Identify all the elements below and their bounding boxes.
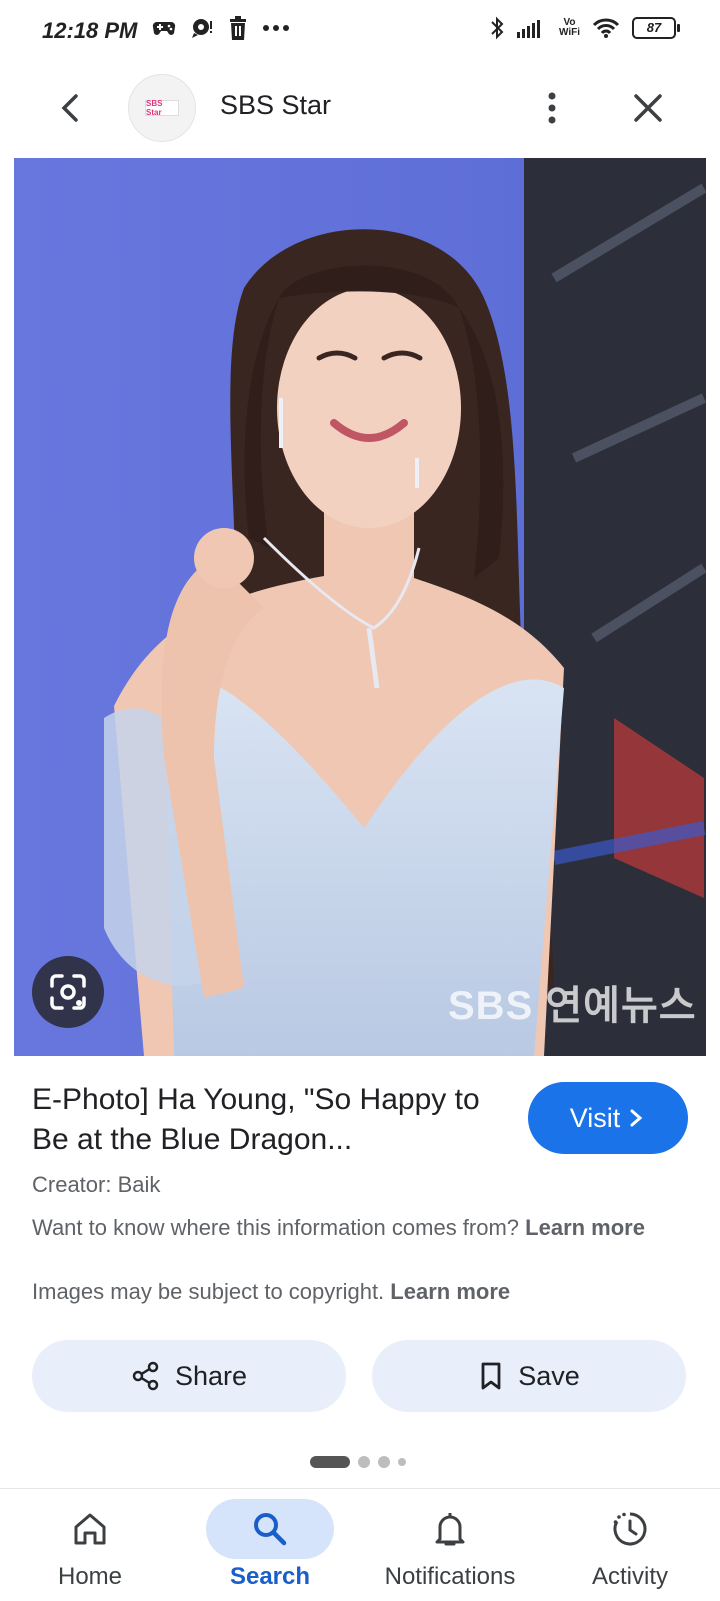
pager-dot[interactable] [310, 1456, 350, 1468]
activity-icon [613, 1512, 647, 1546]
save-button[interactable]: Save [372, 1340, 686, 1412]
vowifi-indicator: Vo WiFi [559, 18, 580, 38]
save-label: Save [518, 1360, 580, 1391]
gamepad-icon [152, 21, 176, 35]
nav-activity-label: Activity [591, 1563, 668, 1590]
nav-home-icon-wrap [26, 1499, 154, 1559]
wifi-icon [592, 18, 620, 38]
status-icons-right: Vo WiFi 87 [489, 16, 680, 40]
more-options-button[interactable] [530, 86, 574, 130]
bottom-navigation: Home Search Notifications Activity [0, 1488, 720, 1601]
creator-text: Creator: Baik [32, 1172, 161, 1197]
vowifi-bottom: WiFi [558, 27, 580, 38]
home-icon [74, 1513, 106, 1545]
close-icon [634, 94, 662, 122]
source-learn-more-link[interactable]: Learn more [525, 1215, 645, 1240]
google-lens-button[interactable] [32, 956, 104, 1028]
source-info-text: Want to know where this information come… [32, 1215, 526, 1240]
more-vert-icon [548, 92, 556, 124]
lens-icon [50, 974, 86, 1010]
site-logo-badge: SBS Star [145, 99, 179, 117]
nav-notifications-label: Notifications [384, 1563, 516, 1590]
share-button[interactable]: Share [32, 1340, 346, 1412]
close-button[interactable] [626, 86, 670, 130]
pager-dot[interactable] [398, 1458, 406, 1466]
status-bar: 12:18 PM Vo WiFi 87 [0, 0, 720, 68]
back-button[interactable] [50, 86, 94, 130]
battery-indicator: 87 [632, 17, 680, 39]
bookmark-icon [481, 1362, 501, 1390]
site-logo[interactable]: SBS Star [128, 74, 196, 142]
top-app-bar: SBS Star SBS Star [0, 68, 720, 158]
nav-home[interactable]: Home [0, 1489, 180, 1601]
nav-activity[interactable]: Activity [540, 1489, 720, 1601]
share-label: Share [174, 1360, 248, 1391]
bell-icon [435, 1513, 465, 1546]
result-title[interactable]: E-Photo] Ha Young, "So Happy to Be at th… [32, 1080, 492, 1160]
nav-notifications-icon-wrap [386, 1499, 514, 1559]
nav-search-label: Search [229, 1563, 311, 1590]
image-watermark: SBS 연예뉴스 [448, 984, 697, 1028]
copyright-learn-more-link[interactable]: Learn more [390, 1279, 510, 1304]
more-notifications-icon [263, 25, 289, 31]
bluetooth-icon [491, 16, 504, 40]
site-name[interactable]: SBS Star [220, 90, 331, 121]
copyright-text: Images may be subject to copyright. [32, 1279, 391, 1304]
visit-label: Visit [569, 1102, 621, 1133]
search-icon [254, 1513, 287, 1546]
photo-illustration [14, 158, 706, 1056]
trash-icon [230, 16, 246, 40]
pager-dot[interactable] [358, 1456, 370, 1468]
nav-notifications[interactable]: Notifications [360, 1489, 540, 1601]
chat-bubble-icon [192, 19, 212, 38]
result-image[interactable]: SBS 연예뉴스 [14, 158, 706, 1056]
nav-search[interactable]: Search [180, 1489, 360, 1601]
status-icons-left [152, 16, 290, 40]
chevron-left-icon [61, 94, 78, 122]
pager-dot[interactable] [378, 1456, 390, 1468]
source-info: Want to know where this information come… [32, 1212, 672, 1244]
nav-search-icon-wrap [206, 1499, 334, 1559]
nav-activity-icon-wrap [566, 1499, 694, 1559]
nav-home-label: Home [57, 1563, 123, 1590]
carousel-pager [310, 1456, 406, 1468]
chevron-right-icon [630, 1109, 643, 1127]
copyright-notice: Images may be subject to copyright. Lear… [32, 1276, 672, 1308]
signal-icon [516, 20, 540, 38]
share-icon [132, 1361, 159, 1391]
visit-button[interactable]: Visit [528, 1082, 688, 1154]
status-time: 12:18 PM [42, 18, 138, 43]
